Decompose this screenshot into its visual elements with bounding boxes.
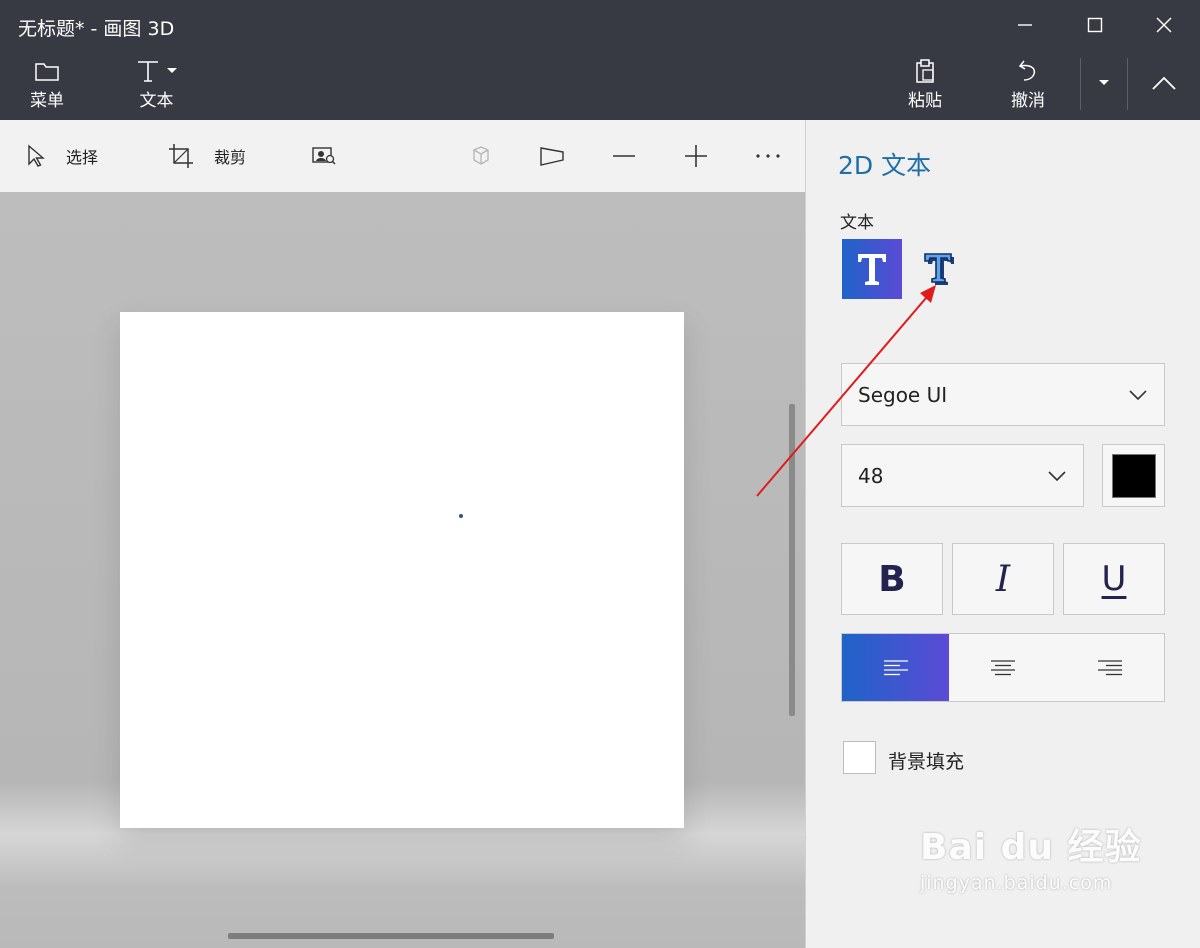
undo-button[interactable]: 撤消	[1011, 58, 1045, 111]
2d-text-icon	[858, 254, 886, 285]
text-color-swatch	[1111, 453, 1156, 498]
bold-button[interactable]: B	[841, 543, 943, 615]
menu-label: 菜单	[30, 91, 64, 111]
horizontal-scrollbar[interactable]	[228, 933, 554, 939]
text-cursor-dot	[459, 514, 463, 518]
chevron-down-icon	[167, 68, 177, 73]
maximize-icon	[1087, 17, 1103, 33]
align-center-button[interactable]	[949, 634, 1056, 701]
ribbon-divider	[1080, 58, 1081, 110]
magic-select-button[interactable]	[311, 120, 337, 192]
text-section-label: 文本	[840, 213, 874, 233]
title-ribbon-bar: 无标题* - 画图 3D 菜单 文本 粘贴 撤消	[0, 0, 1200, 120]
drawing-canvas[interactable]	[120, 312, 684, 828]
background-fill-checkbox[interactable]	[843, 741, 876, 774]
zoom-out-button[interactable]	[611, 120, 637, 192]
clipboard-icon	[916, 59, 934, 83]
crop-tool-button[interactable]: 裁剪	[168, 120, 246, 192]
chevron-down-icon	[1099, 80, 1109, 85]
crop-icon	[169, 144, 193, 168]
3d-text-button[interactable]	[914, 244, 964, 294]
more-options-button[interactable]	[755, 120, 781, 192]
more-dots-icon	[756, 154, 780, 158]
underline-button[interactable]: U	[1063, 543, 1165, 615]
align-right-icon	[1098, 659, 1123, 675]
background-fill-label: 背景填充	[888, 751, 965, 773]
chevron-up-icon	[1152, 76, 1176, 90]
minus-icon	[613, 155, 635, 157]
folder-icon	[35, 63, 59, 81]
text-color-picker[interactable]	[1102, 444, 1165, 507]
zoom-in-button[interactable]	[683, 120, 709, 192]
watermark-main-text: Bai du 经验	[920, 827, 1142, 868]
font-size-value: 48	[858, 463, 884, 488]
3d-text-icon	[924, 253, 954, 285]
paste-label: 粘贴	[908, 91, 942, 111]
2d-text-button[interactable]	[842, 239, 902, 299]
alignment-group	[841, 633, 1165, 702]
text-tool-label: 文本	[139, 91, 174, 111]
vertical-scrollbar[interactable]	[789, 404, 795, 716]
font-family-dropdown[interactable]: Segoe UI	[841, 363, 1165, 426]
maximize-button[interactable]	[1072, 6, 1118, 44]
perspective-icon	[540, 147, 564, 166]
chevron-down-icon	[1048, 470, 1066, 481]
3d-view-button	[469, 120, 493, 192]
align-left-icon	[883, 659, 908, 675]
align-center-icon	[990, 659, 1015, 675]
bold-icon: B	[878, 558, 906, 600]
collapse-ribbon-button[interactable]	[1140, 64, 1188, 102]
paste-button[interactable]: 粘贴	[908, 58, 942, 111]
align-right-button[interactable]	[1057, 634, 1164, 701]
close-icon	[1156, 17, 1172, 33]
ribbon-divider	[1127, 58, 1128, 110]
undo-label: 撤消	[1011, 91, 1045, 111]
menu-button[interactable]: 菜单	[30, 58, 64, 111]
magic-select-icon	[312, 147, 336, 165]
select-tool-label: 选择	[66, 148, 99, 167]
chevron-down-icon	[1129, 389, 1147, 400]
close-button[interactable]	[1141, 6, 1187, 44]
crop-tool-label: 裁剪	[214, 148, 247, 167]
align-left-button[interactable]	[842, 634, 950, 701]
italic-button[interactable]: I	[952, 543, 1054, 615]
watermark-url-text: jingyan.baidu.com	[920, 872, 1113, 894]
font-family-value: Segoe UI	[858, 382, 948, 407]
more-ribbon-dropdown[interactable]	[1082, 64, 1126, 102]
select-tool-button[interactable]: 选择	[26, 120, 98, 192]
3d-cube-icon	[473, 146, 489, 165]
text-tool-button[interactable]: 文本	[134, 58, 179, 111]
panel-title: 2D 文本	[838, 151, 932, 180]
baidu-watermark: Bai du 经验 jingyan.baidu.com	[920, 818, 1142, 894]
italic-icon: I	[995, 558, 1011, 600]
perspective-button[interactable]	[539, 120, 565, 192]
undo-icon	[1018, 60, 1036, 81]
plus-icon	[685, 145, 707, 167]
pointer-icon	[28, 144, 45, 167]
underline-icon: U	[1101, 559, 1127, 599]
minimize-button[interactable]	[1002, 6, 1048, 44]
window-title: 无标题* - 画图 3D	[18, 18, 175, 40]
font-size-dropdown[interactable]: 48	[841, 444, 1084, 507]
text-t-icon	[138, 61, 158, 82]
workspace	[0, 192, 805, 948]
minimize-icon	[1018, 24, 1032, 26]
canvas-toolbar: 选择 裁剪	[0, 120, 805, 192]
